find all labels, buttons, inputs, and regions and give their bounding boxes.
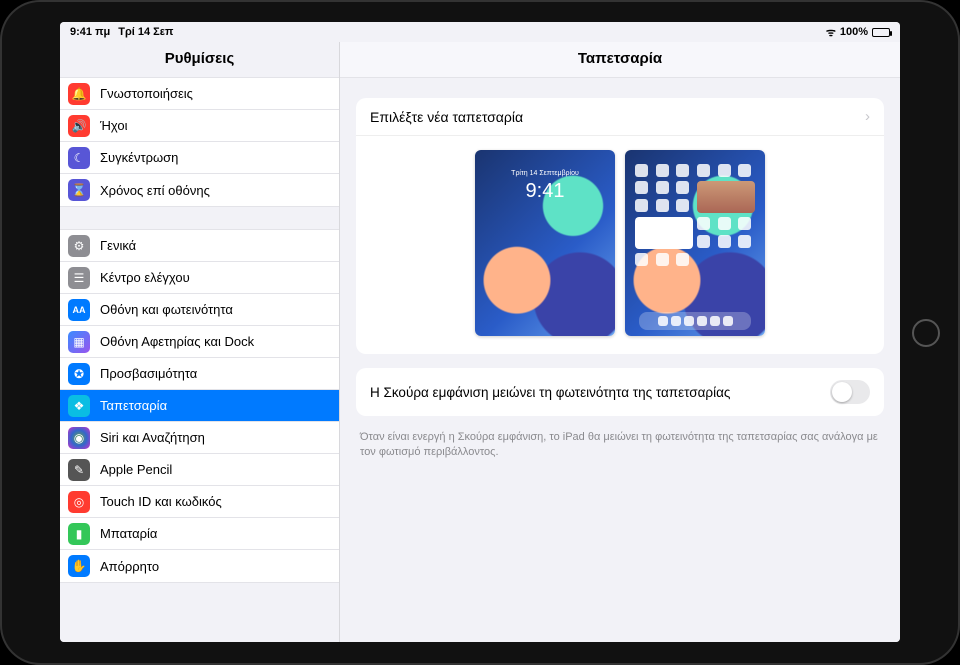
sidebar-item-notifications[interactable]: 🔔 Γνωστοποιήσεις bbox=[60, 78, 339, 110]
sidebar-item-general[interactable]: ⚙ Γενικά bbox=[60, 230, 339, 262]
sidebar-item-label: Siri και Αναζήτηση bbox=[100, 430, 205, 445]
bell-icon: 🔔 bbox=[68, 83, 90, 105]
sidebar-item-label: Οθόνη και φωτεινότητα bbox=[100, 302, 233, 317]
flower-icon: ❖ bbox=[68, 395, 90, 417]
sidebar-item-label: Ταπετσαρία bbox=[100, 398, 167, 413]
sidebar-item-focus[interactable]: ☾ Συγκέντρωση bbox=[60, 142, 339, 174]
sidebar-item-label: Χρόνος επί οθόνης bbox=[100, 183, 210, 198]
status-time: 9:41 πμ bbox=[70, 26, 110, 38]
sidebar-item-label: Μπαταρία bbox=[100, 526, 157, 541]
sidebar-item-display[interactable]: AA Οθόνη και φωτεινότητα bbox=[60, 294, 339, 326]
lockscreen-preview[interactable]: Τρίτη 14 Σεπτεμβρίου 9:41 bbox=[475, 150, 615, 336]
dock-icon bbox=[639, 312, 751, 330]
wifi-icon: ᯤ bbox=[826, 25, 836, 40]
battery-percent: 100% bbox=[840, 26, 868, 38]
lock-preview-time: 9:41 bbox=[475, 180, 615, 203]
sidebar-group-2: ⚙ Γενικά ☰ Κέντρο ελέγχου AA Οθόνη και φ… bbox=[60, 229, 339, 583]
sidebar-item-label: Οθόνη Αφετηρίας και Dock bbox=[100, 334, 254, 349]
battery-icon bbox=[872, 28, 890, 37]
pencil-icon: ✎ bbox=[68, 459, 90, 481]
sidebar-title: Ρυθμίσεις bbox=[60, 42, 339, 77]
sidebar-group-1: 🔔 Γνωστοποιήσεις 🔊 Ήχοι ☾ Συγκέντρωση bbox=[60, 77, 339, 207]
dark-dim-label: Η Σκούρα εμφάνιση μειώνει τη φωτεινότητα… bbox=[370, 385, 730, 400]
settings-sidebar: Ρυθμίσεις 🔔 Γνωστοποιήσεις 🔊 Ήχοι ☾ bbox=[60, 42, 340, 642]
choose-wallpaper-row[interactable]: Επιλέξτε νέα ταπετσαρία › bbox=[356, 98, 884, 136]
sidebar-item-label: Touch ID και κωδικός bbox=[100, 494, 222, 509]
sidebar-item-control-center[interactable]: ☰ Κέντρο ελέγχου bbox=[60, 262, 339, 294]
sidebar-item-label: Κέντρο ελέγχου bbox=[100, 270, 190, 285]
siri-icon: ◉ bbox=[68, 427, 90, 449]
chevron-right-icon: › bbox=[865, 108, 870, 125]
fingerprint-icon: ◎ bbox=[68, 491, 90, 513]
sidebar-item-label: Συγκέντρωση bbox=[100, 150, 178, 165]
sidebar-item-label: Apple Pencil bbox=[100, 462, 172, 477]
sidebar-item-label: Ήχοι bbox=[100, 118, 128, 133]
sidebar-item-privacy[interactable]: ✋ Απόρρητο bbox=[60, 550, 339, 582]
sidebar-item-label: Γενικά bbox=[100, 238, 136, 253]
homescreen-preview[interactable] bbox=[625, 150, 765, 336]
dark-dim-card: Η Σκούρα εμφάνιση μειώνει τη φωτεινότητα… bbox=[356, 368, 884, 416]
status-date: Τρί 14 Σεπ bbox=[118, 26, 173, 38]
dark-dim-footer: Όταν είναι ενεργή η Σκούρα εμφάνιση, το … bbox=[356, 430, 884, 460]
status-bar: 9:41 πμ Τρί 14 Σεπ ᯤ 100% bbox=[60, 22, 900, 42]
sidebar-item-wallpaper[interactable]: ❖ Ταπετσαρία bbox=[60, 390, 339, 422]
hourglass-icon: ⌛ bbox=[68, 179, 90, 201]
accessibility-icon: ✪ bbox=[68, 363, 90, 385]
choose-wallpaper-label: Επιλέξτε νέα ταπετσαρία bbox=[370, 109, 523, 125]
sidebar-item-touchid[interactable]: ◎ Touch ID και κωδικός bbox=[60, 486, 339, 518]
widget-photo-icon bbox=[697, 181, 755, 213]
widget-weather-icon bbox=[635, 217, 693, 249]
gear-icon: ⚙ bbox=[68, 235, 90, 257]
sidebar-item-label: Προσβασιμότητα bbox=[100, 366, 197, 381]
sidebar-item-homescreen[interactable]: ▦ Οθόνη Αφετηρίας και Dock bbox=[60, 326, 339, 358]
sidebar-item-pencil[interactable]: ✎ Apple Pencil bbox=[60, 454, 339, 486]
grid-icon: ▦ bbox=[68, 331, 90, 353]
sidebar-item-sounds[interactable]: 🔊 Ήχοι bbox=[60, 110, 339, 142]
moon-icon: ☾ bbox=[68, 147, 90, 169]
sidebar-item-label: Γνωστοποιήσεις bbox=[100, 86, 193, 101]
sidebar-item-battery[interactable]: ▮ Μπαταρία bbox=[60, 518, 339, 550]
choose-wallpaper-card: Επιλέξτε νέα ταπετσαρία › Τρίτη 14 Σεπτε… bbox=[356, 98, 884, 354]
detail-title: Ταπετσαρία bbox=[340, 42, 900, 78]
detail-pane: Ταπετσαρία Επιλέξτε νέα ταπετσαρία › Τρί… bbox=[340, 42, 900, 642]
switches-icon: ☰ bbox=[68, 267, 90, 289]
sidebar-item-accessibility[interactable]: ✪ Προσβασιμότητα bbox=[60, 358, 339, 390]
textsize-icon: AA bbox=[68, 299, 90, 321]
dark-dim-switch[interactable] bbox=[830, 380, 870, 404]
hand-icon: ✋ bbox=[68, 555, 90, 577]
sidebar-item-siri[interactable]: ◉ Siri και Αναζήτηση bbox=[60, 422, 339, 454]
wallpaper-previews: Τρίτη 14 Σεπτεμβρίου 9:41 bbox=[356, 136, 884, 354]
lock-preview-date: Τρίτη 14 Σεπτεμβρίου bbox=[475, 170, 615, 177]
speaker-icon: 🔊 bbox=[68, 115, 90, 137]
sidebar-item-screentime[interactable]: ⌛ Χρόνος επί οθόνης bbox=[60, 174, 339, 206]
battery-setting-icon: ▮ bbox=[68, 523, 90, 545]
ipad-frame: 9:41 πμ Τρί 14 Σεπ ᯤ 100% Ρυθμίσεις 🔔 Γν… bbox=[0, 0, 960, 665]
sidebar-item-label: Απόρρητο bbox=[100, 559, 159, 574]
screen: 9:41 πμ Τρί 14 Σεπ ᯤ 100% Ρυθμίσεις 🔔 Γν… bbox=[60, 22, 900, 642]
home-button[interactable] bbox=[912, 319, 940, 347]
